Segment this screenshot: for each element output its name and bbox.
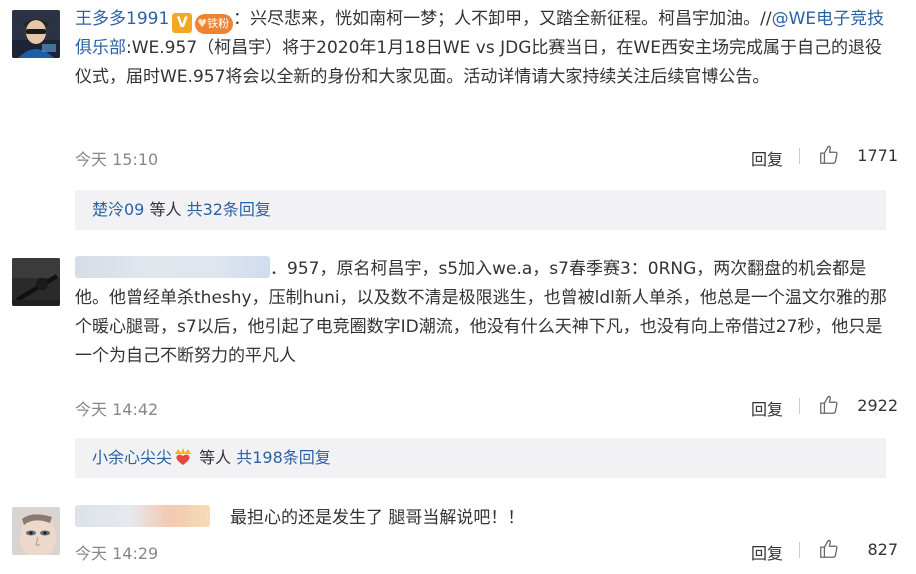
user-avatar[interactable]: [12, 10, 60, 58]
like-count: 827: [867, 540, 898, 559]
replies-summary[interactable]: 小余心尖尖 等人 共198条回复: [75, 438, 886, 478]
comment-text-part: :WE.957（柯昌宇）将于2020年1月18日WE vs JDG比赛当日，在W…: [75, 38, 882, 87]
comment-meta: 今天 14:42 回复 2922: [75, 394, 898, 420]
comment-1: 王多多1991 V ♥铁粉 ：兴尽悲来，恍如南柯一梦；人不卸甲，又踏全新征程。柯昌宇加…: [0, 0, 916, 230]
like-count: 1771: [857, 146, 898, 165]
divider: [799, 542, 800, 558]
thumbs-up-icon[interactable]: [818, 538, 840, 560]
reply-button[interactable]: 回复: [751, 396, 783, 420]
reply-user[interactable]: 小余心尖尖: [92, 448, 172, 467]
replies-summary[interactable]: 楚泠09 等人 共32条回复: [75, 190, 886, 230]
timestamp: 今天 14:42: [75, 400, 159, 419]
timestamp: 今天 15:10: [75, 150, 159, 169]
comment-3: 最担心的还是发生了 腿哥当解说吧！！ 今天 14:29 回复 827: [0, 495, 916, 574]
comment-text-part: ：兴尽悲来，恍如南柯一梦；人不卸甲，又踏全新征程。柯昌宇加油。//: [233, 9, 772, 29]
verified-v-icon: V: [172, 13, 193, 33]
comment-body: 最担心的还是发生了 腿哥当解说吧！！: [230, 508, 525, 528]
reply-count-link[interactable]: 共32条回复: [187, 200, 271, 219]
comment-text: 最担心的还是发生了 腿哥当解说吧！！: [75, 504, 894, 533]
user-avatar[interactable]: [12, 507, 60, 555]
thumbs-up-icon[interactable]: [818, 144, 840, 166]
reply-button[interactable]: 回复: [751, 540, 783, 564]
divider: [799, 398, 800, 414]
like-count: 2922: [857, 396, 898, 415]
heart-icon: ♥: [197, 17, 208, 30]
comment-meta: 今天 14:29 回复 827: [75, 538, 898, 564]
divider: [799, 148, 800, 164]
blurred-username[interactable]: [75, 256, 270, 278]
comment-meta: 今天 15:10 回复 1771: [75, 144, 898, 170]
comment-2: ．957，原名柯昌宇，s5加入we.a，s7春季赛3：0RNG，两次翻盘的机会都…: [0, 240, 916, 478]
reply-count-link[interactable]: 共198条回复: [236, 448, 331, 467]
fan-badge-label: 铁粉: [207, 17, 230, 30]
blurred-username[interactable]: [75, 505, 210, 527]
crown-heart-icon: [175, 448, 192, 465]
fan-badge: ♥铁粉: [195, 14, 234, 34]
reply-mid: 等人: [144, 200, 187, 219]
thumbs-up-icon[interactable]: [818, 394, 840, 416]
comment-text: 王多多1991 V ♥铁粉 ：兴尽悲来，恍如南柯一梦；人不卸甲，又踏全新征程。柯昌宇加…: [75, 5, 894, 92]
timestamp: 今天 14:29: [75, 544, 159, 563]
username[interactable]: 王多多1991: [75, 9, 169, 29]
reply-button[interactable]: 回复: [751, 146, 783, 170]
reply-mid: 等人: [194, 448, 237, 467]
user-avatar[interactable]: [12, 258, 60, 306]
reply-user[interactable]: 楚泠09: [92, 200, 144, 219]
comment-text: ．957，原名柯昌宇，s5加入we.a，s7春季赛3：0RNG，两次翻盘的机会都…: [75, 255, 894, 371]
